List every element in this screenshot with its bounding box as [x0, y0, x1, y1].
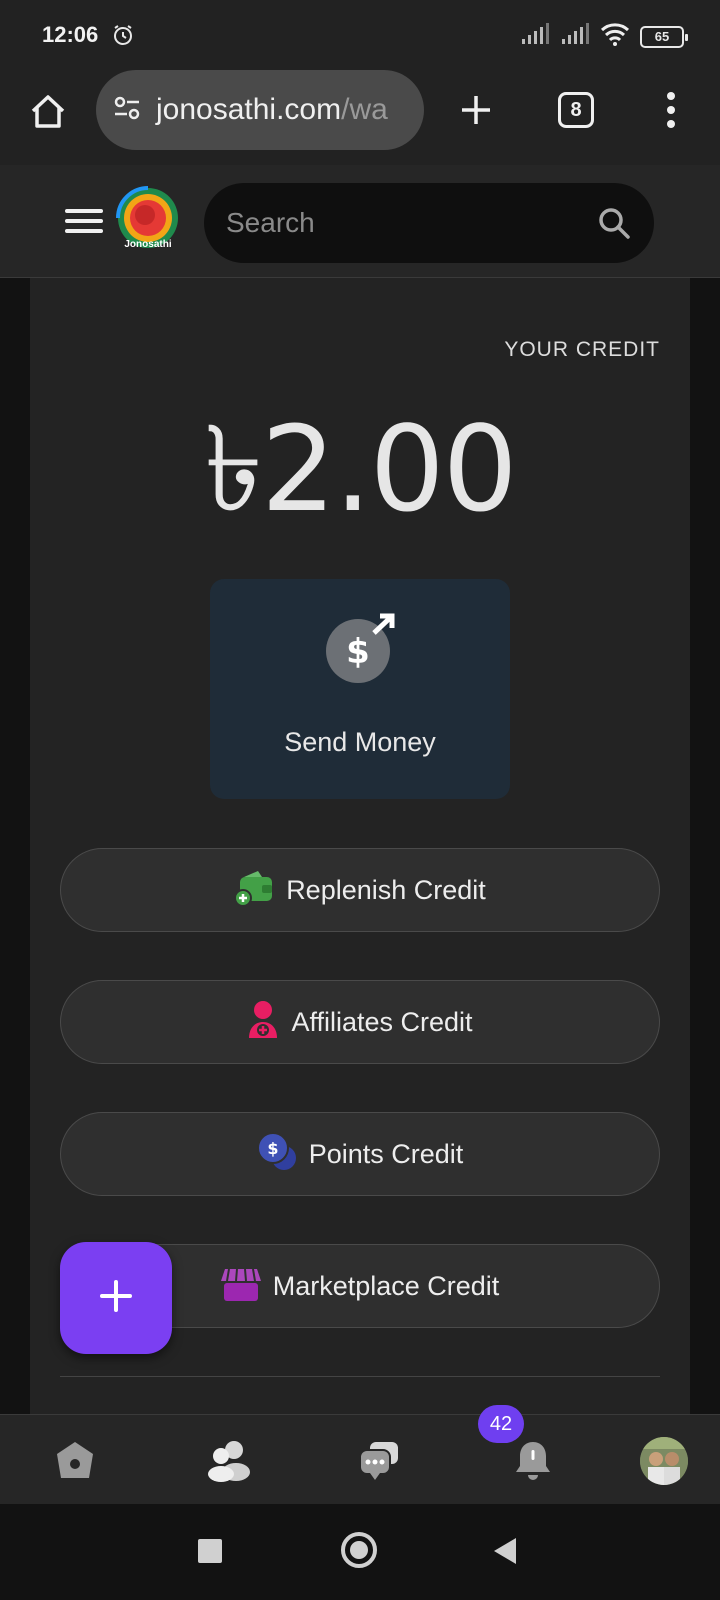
notification-count-badge: 42 [478, 1405, 524, 1443]
nav-friends-icon[interactable] [204, 1435, 254, 1485]
plus-icon [99, 1279, 133, 1318]
wallet-plus-icon [234, 869, 274, 912]
marketplace-credit-label: Marketplace Credit [272, 1270, 500, 1301]
send-money-label: Send Money [284, 727, 436, 757]
points-credit-button[interactable]: $ Points Credit [60, 1112, 660, 1196]
signal-icon [520, 23, 550, 50]
affiliates-credit-button[interactable]: Affiliates Credit [60, 980, 660, 1064]
site-header: Jonosathi Search [0, 165, 720, 278]
send-money-button[interactable]: $ Send Money [210, 579, 510, 799]
system-navigation-bar [0, 1504, 720, 1600]
home-button[interactable] [341, 1532, 377, 1568]
recents-button[interactable] [198, 1539, 222, 1563]
create-fab-button[interactable] [60, 1242, 172, 1354]
bottom-nav: 42 [0, 1405, 720, 1504]
svg-text:$: $ [267, 1139, 278, 1158]
points-credit-label: Points Credit [308, 1138, 464, 1169]
send-money-icon: $ [326, 613, 398, 690]
nav-messages-icon[interactable] [354, 1435, 404, 1485]
hamburger-menu-icon[interactable] [65, 207, 103, 235]
nav-home-icon[interactable] [50, 1435, 100, 1485]
status-bar: 12:06 65 [0, 0, 720, 70]
replenish-credit-label: Replenish Credit [286, 874, 486, 905]
page-gutter-right [690, 278, 720, 1416]
logo-text: Jonosathi [124, 239, 172, 250]
new-tab-icon[interactable] [456, 90, 496, 130]
home-icon[interactable] [28, 92, 68, 132]
credit-amount: ৳2.00 [204, 400, 518, 538]
battery-icon: 65 [640, 25, 688, 48]
nav-notifications-icon[interactable] [508, 1435, 558, 1485]
store-icon [220, 1265, 261, 1308]
credit-label: YOUR CREDIT [504, 338, 660, 361]
search-icon[interactable] [596, 205, 632, 246]
back-button[interactable] [494, 1538, 516, 1564]
browser-toolbar: jonosathi.com/wa 8 [0, 70, 720, 165]
page-gutter-left [0, 278, 30, 1416]
replenish-credit-button[interactable]: Replenish Credit [60, 848, 660, 932]
url-bar[interactable]: jonosathi.com/wa [96, 70, 424, 150]
svg-text:$: $ [346, 632, 370, 672]
affiliates-credit-label: Affiliates Credit [291, 1006, 473, 1037]
profile-avatar[interactable] [640, 1437, 688, 1485]
signal-icon [560, 23, 590, 50]
divider [60, 1376, 660, 1377]
wifi-icon [600, 22, 630, 51]
search-placeholder: Search [226, 207, 315, 238]
alarm-icon [111, 23, 135, 52]
search-input[interactable]: Search [204, 183, 654, 263]
status-time: 12:06 [42, 22, 99, 47]
site-settings-icon[interactable] [112, 93, 142, 128]
url-text: jonosathi.com/wa [156, 93, 388, 126]
tab-switcher-button[interactable]: 8 [558, 92, 594, 128]
more-menu-icon[interactable] [664, 90, 678, 130]
user-plus-icon [247, 1000, 279, 1045]
coins-icon: $ [256, 1131, 297, 1177]
